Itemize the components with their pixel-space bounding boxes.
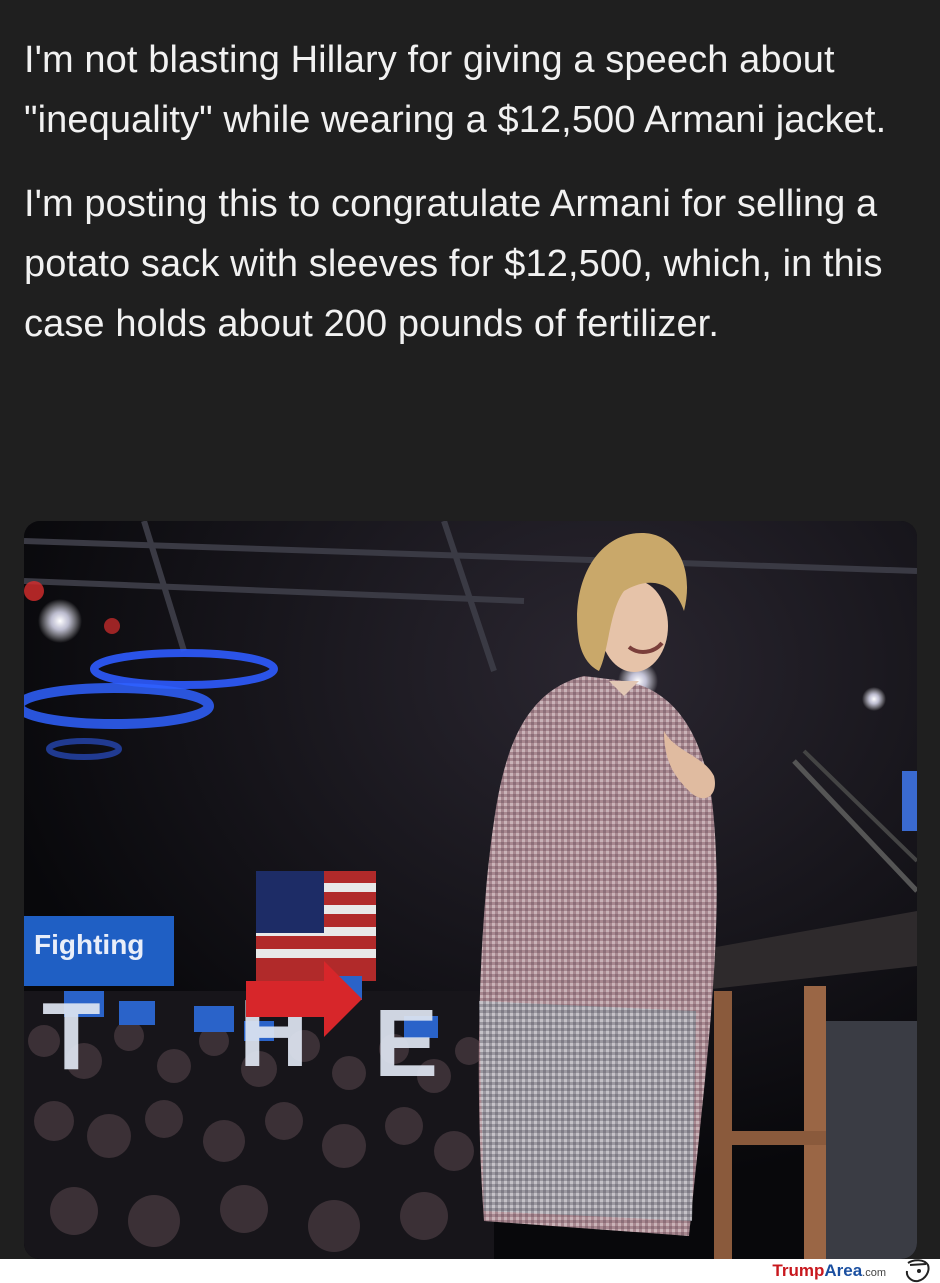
site-logo-icon	[905, 1259, 930, 1283]
post-paragraph-2: I'm posting this to congratulate Armani …	[24, 183, 883, 345]
post-paragraph-1: I'm not blasting Hillary for giving a sp…	[24, 39, 887, 141]
watermark-com: .com	[862, 1267, 886, 1279]
spotlight-left	[38, 599, 82, 643]
rally-photo: Fighting T H E	[24, 521, 917, 1259]
american-flag	[256, 871, 376, 981]
post-text: I'm not blasting Hillary for giving a sp…	[24, 30, 914, 378]
watermark-bar: TrumpArea.com	[0, 1259, 940, 1283]
letter-e: E	[374, 990, 438, 1097]
campaign-sign-text: Fighting	[34, 929, 144, 960]
letter-t: T	[42, 983, 101, 1090]
spotlight-right	[862, 687, 886, 711]
watermark-area: Area	[824, 1261, 863, 1280]
site-watermark: TrumpArea.com	[772, 1261, 886, 1283]
watermark-trump: Trump	[772, 1261, 825, 1280]
meme-page: I'm not blasting Hillary for giving a sp…	[0, 0, 940, 1283]
